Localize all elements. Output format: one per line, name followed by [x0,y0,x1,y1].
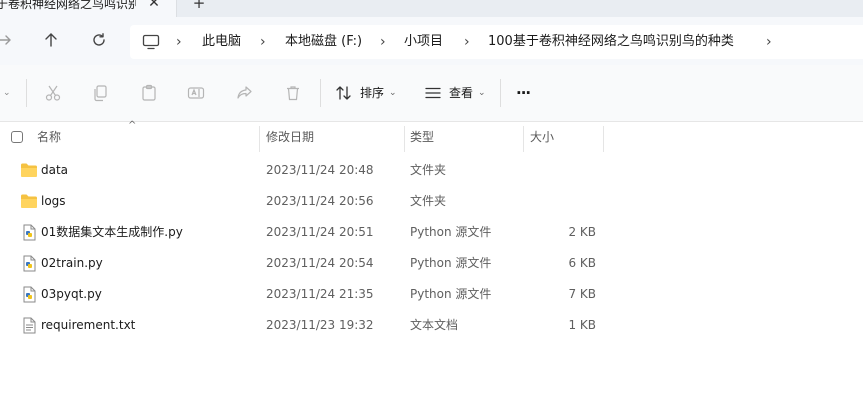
column-header-date[interactable]: 修改日期 [266,122,314,152]
sort-button[interactable]: 排序 [360,83,384,103]
sort-ascending-icon: ^ [128,120,137,131]
breadcrumb-separator[interactable]: › [464,25,470,59]
breadcrumb-separator[interactable]: › [260,25,266,59]
new-tab-button[interactable]: + [190,0,208,12]
column-divider[interactable] [523,126,524,152]
breadcrumb-project-folder[interactable]: 100基于卷积神经网络之鸟鸣识别鸟的种类 [488,25,734,59]
column-header-name[interactable]: 名称 [37,122,61,152]
file-type: Python 源文件 [410,287,492,301]
file-size: 1 KB [568,318,596,332]
column-header-row: ^ 名称 修改日期 类型 大小 [0,120,863,152]
file-type: 文件夹 [410,163,447,177]
file-name[interactable]: 01数据集文本生成制作.py [41,217,183,248]
chevron-down-icon[interactable]: ⌄ [389,83,397,103]
python-file-icon [20,224,38,241]
breadcrumb-separator[interactable]: › [176,25,182,59]
breadcrumb-small-projects[interactable]: 小项目 [404,25,443,59]
cut-icon[interactable] [43,83,63,103]
up-arrow-icon[interactable] [40,29,62,51]
tab-current-folder[interactable]: 于卷积神经网络之鸟鸣识别 ✕ [0,0,177,17]
monitor-icon[interactable] [142,34,160,54]
toolbar-divider [26,79,27,107]
select-all-checkbox[interactable] [11,131,23,143]
refresh-icon[interactable] [88,29,110,51]
python-file-icon [20,286,38,303]
tab-strip: 于卷积神经网络之鸟鸣识别 ✕ + [0,0,863,17]
python-file-icon [20,255,38,272]
file-date: 2023/11/24 21:35 [266,287,374,301]
new-dropdown-caret[interactable]: ⌄ [3,83,11,103]
delete-icon[interactable] [283,83,303,103]
column-header-size[interactable]: 大小 [530,122,554,152]
column-divider[interactable] [603,126,604,152]
address-row: › 此电脑 › 本地磁盘 (F:) › 小项目 › 100基于卷积神经网络之鸟鸣… [0,17,863,65]
file-type: 文本文档 [410,318,459,332]
column-header-type[interactable]: 类型 [410,122,434,152]
toolbar-divider [320,79,321,107]
file-date: 2023/11/23 19:32 [266,318,374,332]
text-file-icon [20,317,38,334]
column-divider[interactable] [259,126,260,152]
folder-icon [20,193,38,210]
table-row[interactable]: logs 2023/11/24 20:56 文件夹 [0,186,863,217]
file-date: 2023/11/24 20:54 [266,256,374,270]
chevron-down-icon[interactable]: ⌄ [478,83,486,103]
table-row[interactable]: requirement.txt 2023/11/23 19:32 文本文档 1 … [0,310,863,341]
file-name[interactable]: requirement.txt [41,310,135,341]
file-date: 2023/11/24 20:51 [266,225,374,239]
folder-icon [20,162,38,179]
view-icon[interactable] [423,83,443,103]
address-bar[interactable]: › 此电脑 › 本地磁盘 (F:) › 小项目 › 100基于卷积神经网络之鸟鸣… [130,25,863,59]
toolbar-divider [500,79,501,107]
forward-arrow-icon[interactable] [0,29,16,51]
table-row[interactable]: data 2023/11/24 20:48 文件夹 [0,155,863,186]
more-options-button[interactable]: ··· [516,83,531,103]
file-date: 2023/11/24 20:56 [266,194,374,208]
sort-icon[interactable] [334,83,354,103]
file-size [540,155,596,186]
file-size: 2 KB [568,225,596,239]
breadcrumb-this-pc[interactable]: 此电脑 [202,25,241,59]
table-row[interactable]: 03pyqt.py 2023/11/24 21:35 Python 源文件 7 … [0,279,863,310]
table-row[interactable]: 01数据集文本生成制作.py 2023/11/24 20:51 Python 源… [0,217,863,248]
breadcrumb-local-disk[interactable]: 本地磁盘 (F:) [285,25,362,59]
file-size: 6 KB [568,256,596,270]
file-name[interactable]: logs [41,186,66,217]
file-size [540,186,596,217]
table-row[interactable]: 02train.py 2023/11/24 20:54 Python 源文件 6… [0,248,863,279]
close-icon[interactable]: ✕ [145,0,163,12]
share-icon[interactable] [234,83,254,103]
file-type: Python 源文件 [410,225,492,239]
file-type: Python 源文件 [410,256,492,270]
paste-icon[interactable] [139,83,159,103]
file-name[interactable]: 03pyqt.py [41,279,102,310]
command-bar: ⌄ 排序 ⌄ 查看 ⌄ ··· [0,65,863,122]
file-name[interactable]: 02train.py [41,248,103,279]
file-type: 文件夹 [410,194,447,208]
tab-title: 于卷积神经网络之鸟鸣识别 [0,0,136,11]
view-button[interactable]: 查看 [449,83,473,103]
file-name[interactable]: data [41,155,68,186]
file-size: 7 KB [568,287,596,301]
column-divider[interactable] [404,126,405,152]
copy-icon[interactable] [90,83,110,103]
rename-icon[interactable] [186,83,206,103]
breadcrumb-separator[interactable]: › [380,25,386,59]
breadcrumb-separator[interactable]: › [766,25,772,59]
file-date: 2023/11/24 20:48 [266,163,374,177]
